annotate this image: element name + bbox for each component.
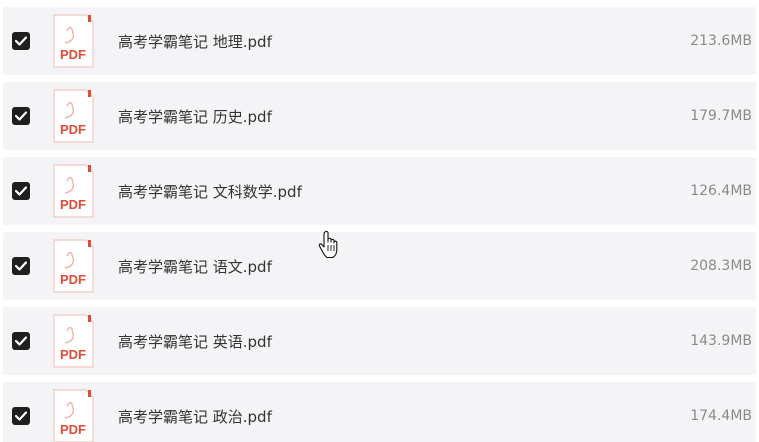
pdf-label: PDF [60,122,86,137]
file-size: 126.4MB [690,183,752,199]
file-row[interactable]: PDF 高考学霸笔记 语文.pdf 208.3MB [3,232,756,300]
checkbox-checked[interactable] [12,182,30,200]
check-icon [15,111,27,121]
file-name[interactable]: 高考学霸笔记 历史.pdf [118,106,272,127]
file-size: 213.6MB [690,33,752,49]
checkbox-checked[interactable] [12,332,30,350]
pdf-label: PDF [60,347,86,362]
check-icon [15,336,27,346]
file-name[interactable]: 高考学霸笔记 语文.pdf [118,256,272,277]
file-row[interactable]: PDF 高考学霸笔记 历史.pdf 179.7MB [3,82,756,150]
pdf-label: PDF [60,47,86,62]
checkbox-checked[interactable] [12,407,30,425]
pdf-file-icon: PDF [53,314,94,368]
file-row[interactable]: PDF 高考学霸笔记 文科数学.pdf 126.4MB [3,157,756,225]
file-size: 208.3MB [690,258,752,274]
check-icon [15,36,27,46]
file-row[interactable]: PDF 高考学霸笔记 地理.pdf 213.6MB [3,7,756,75]
pdf-file-icon: PDF [53,14,94,68]
check-icon [15,411,27,421]
checkbox-checked[interactable] [12,107,30,125]
file-name[interactable]: 高考学霸笔记 英语.pdf [118,331,272,352]
pdf-file-icon: PDF [53,89,94,143]
file-name[interactable]: 高考学霸笔记 文科数学.pdf [118,181,302,202]
check-icon [15,186,27,196]
file-size: 143.9MB [690,333,752,349]
pdf-label: PDF [60,197,86,212]
pdf-file-icon: PDF [53,389,94,442]
file-size: 179.7MB [690,108,752,124]
file-size: 174.4MB [690,408,752,424]
file-row[interactable]: PDF 高考学霸笔记 英语.pdf 143.9MB [3,307,756,375]
checkbox-checked[interactable] [12,32,30,50]
file-name[interactable]: 高考学霸笔记 政治.pdf [118,406,272,427]
pdf-label: PDF [60,422,86,437]
file-row[interactable]: PDF 高考学霸笔记 政治.pdf 174.4MB [3,382,756,442]
checkbox-checked[interactable] [12,257,30,275]
pdf-file-icon: PDF [53,239,94,293]
file-name[interactable]: 高考学霸笔记 地理.pdf [118,31,272,52]
pdf-file-icon: PDF [53,164,94,218]
check-icon [15,261,27,271]
file-list: PDF 高考学霸笔记 地理.pdf 213.6MB PDF 高考学霸笔记 历史.… [0,0,759,442]
pdf-label: PDF [60,272,86,287]
